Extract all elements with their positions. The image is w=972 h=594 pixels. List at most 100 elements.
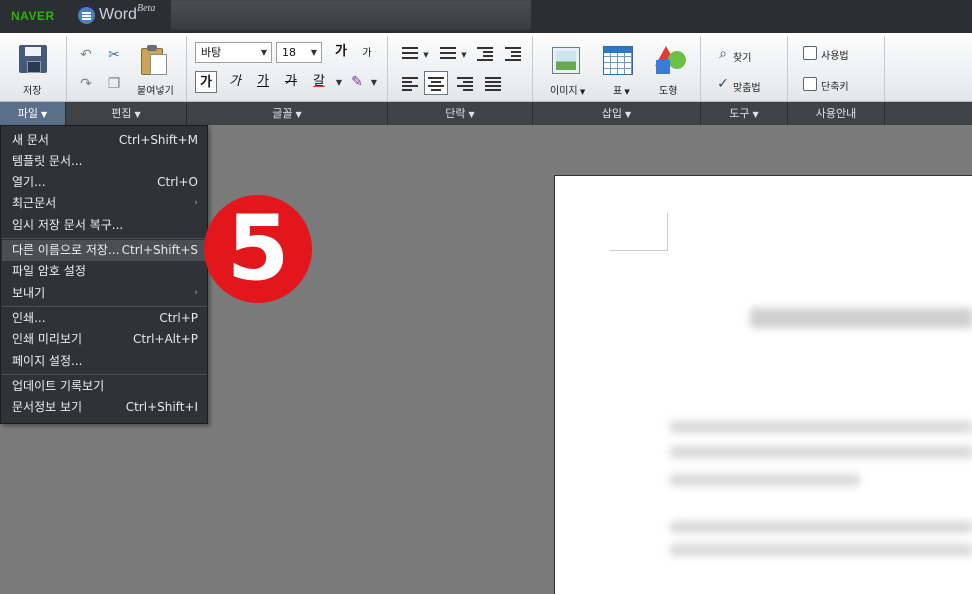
menu-item-recover[interactable]: 임시 저장 문서 복구... <box>2 215 207 236</box>
page-margin-marker <box>610 213 668 251</box>
insert-shape-button[interactable]: 도형 <box>659 82 677 97</box>
beta-tag: Beta <box>137 3 156 14</box>
menu-item-label: 업데이트 기록보기 <box>12 379 105 393</box>
title-bar: NAVER Word Beta <box>0 0 972 33</box>
menu-item-shortcut: Ctrl+O <box>157 175 198 189</box>
menu-item-label: 페이지 설정... <box>12 354 83 368</box>
menu-item-password[interactable]: 파일 암호 설정 <box>2 261 207 282</box>
chevron-down-icon[interactable]: ▼ <box>331 75 347 91</box>
paste-button[interactable]: 붙여넣기 <box>137 82 174 97</box>
cut-icon[interactable]: ✂ <box>106 47 122 63</box>
chevron-down-icon[interactable]: ▼ <box>366 75 382 91</box>
usage-guide-button[interactable]: 사용법 <box>821 47 849 62</box>
menu-item-send[interactable]: 보내기 › <box>2 283 207 304</box>
save-icon[interactable] <box>19 45 47 73</box>
chevron-right-icon: › <box>194 198 198 208</box>
bullet-list-icon[interactable] <box>440 47 456 61</box>
menu-item-shortcut: Ctrl+Shift+M <box>118 133 198 147</box>
document-page[interactable] <box>554 175 972 594</box>
decrease-indent-icon[interactable] <box>477 47 493 61</box>
menu-separator <box>2 238 207 239</box>
italic-button[interactable]: 가 <box>224 71 246 93</box>
image-icon[interactable] <box>552 47 580 74</box>
tab-tools[interactable]: 도구 ▼ <box>701 102 788 125</box>
align-center-button[interactable] <box>424 71 448 95</box>
tab-paragraph-label: 단락 <box>445 107 466 120</box>
font-shrink-button[interactable]: 가 <box>356 43 378 65</box>
menu-item-template[interactable]: 템플릿 문서... <box>2 151 207 172</box>
paste-icon[interactable] <box>139 45 169 77</box>
chevron-down-icon[interactable]: ▼ <box>456 47 472 63</box>
menu-item-new-document[interactable]: 새 문서 Ctrl+Shift+M <box>2 130 207 151</box>
menu-item-print-preview[interactable]: 인쇄 미리보기 Ctrl+Alt+P <box>2 329 207 350</box>
shape-square-icon[interactable] <box>656 60 670 74</box>
group-separator <box>186 36 187 102</box>
group-separator <box>387 36 388 102</box>
tab-font[interactable]: 글꼴 ▼ <box>187 102 388 125</box>
find-button[interactable]: 찾기 <box>733 49 751 64</box>
insert-table-button[interactable]: 표 ▼ <box>613 82 630 97</box>
highlight-icon[interactable]: ✎ <box>349 74 365 90</box>
menu-item-label: 최근문서 <box>12 196 57 210</box>
shortcut-icon[interactable] <box>803 77 817 91</box>
font-grow-button[interactable]: 가 <box>330 41 352 63</box>
chevron-down-icon: ▼ <box>260 48 267 57</box>
blurred-text-line <box>670 544 972 556</box>
font-face-value: 바탕 <box>201 46 222 59</box>
bold-button[interactable]: 가 <box>195 71 217 93</box>
font-size-select[interactable]: 18 ▼ <box>276 42 322 63</box>
document-tab[interactable] <box>171 0 531 30</box>
chevron-down-icon[interactable]: ▼ <box>418 47 434 63</box>
chevron-down-icon: ▼ <box>468 110 475 119</box>
menu-item-open[interactable]: 열기... Ctrl+O <box>2 172 207 193</box>
font-face-select[interactable]: 바탕 ▼ <box>195 42 272 63</box>
menu-item-print[interactable]: 인쇄... Ctrl+P <box>2 308 207 329</box>
insert-image-label: 이미지 <box>550 86 578 97</box>
menu-item-doc-info[interactable]: 문서정보 보기 Ctrl+Shift+I <box>2 397 207 418</box>
menu-item-recent[interactable]: 최근문서 › <box>2 193 207 214</box>
step-number-badge: 5 <box>204 195 312 303</box>
tab-file-label: 파일 <box>17 107 39 120</box>
save-button[interactable]: 저장 <box>23 82 41 97</box>
undo-icon[interactable]: ↶ <box>78 47 94 63</box>
tab-insert[interactable]: 삽입 ▼ <box>533 102 701 125</box>
usage-guide-icon[interactable] <box>803 46 817 60</box>
insert-image-button[interactable]: 이미지 ▼ <box>550 82 585 97</box>
shape-circle-icon[interactable] <box>668 51 686 69</box>
menu-item-page-setup[interactable]: 페이지 설정... <box>2 351 207 372</box>
chevron-down-icon: ▼ <box>310 48 317 57</box>
tab-edit[interactable]: 편집 ▼ <box>66 102 187 125</box>
menu-item-label: 다른 이름으로 저장... <box>12 243 120 257</box>
numbered-list-icon[interactable] <box>402 47 418 61</box>
spellcheck-icon[interactable]: ✓ <box>715 76 731 92</box>
spellcheck-button[interactable]: 맞춤법 <box>733 79 761 94</box>
redo-icon[interactable]: ↷ <box>78 76 94 92</box>
menu-item-update-log[interactable]: 업데이트 기록보기 <box>2 376 207 397</box>
menu-item-shortcut: Ctrl+Alt+P <box>133 332 198 346</box>
blurred-title <box>750 308 972 328</box>
tab-insert-label: 삽입 <box>601 107 623 120</box>
menu-separator <box>2 306 207 307</box>
tab-file[interactable]: 파일 ▼ <box>0 102 66 125</box>
strikethrough-button[interactable]: 가 <box>280 71 302 93</box>
underline-button[interactable]: 가 <box>252 71 274 93</box>
shortcut-button[interactable]: 단축키 <box>821 78 849 93</box>
find-icon[interactable]: ⌕ <box>715 46 731 62</box>
chevron-right-icon: › <box>194 288 198 298</box>
align-right-icon[interactable] <box>457 77 473 91</box>
increase-indent-icon[interactable] <box>505 47 521 61</box>
align-justify-icon[interactable] <box>485 77 501 91</box>
table-icon[interactable] <box>603 46 633 75</box>
align-left-icon[interactable] <box>402 77 418 91</box>
blurred-text-line <box>670 446 972 458</box>
menu-item-shortcut: Ctrl+Shift+I <box>125 400 198 414</box>
menu-item-save-as[interactable]: 다른 이름으로 저장... Ctrl+Shift+S <box>2 240 207 261</box>
naver-logo[interactable]: NAVER <box>11 9 55 23</box>
word-logo-icon <box>78 7 95 24</box>
tab-paragraph[interactable]: 단락 ▼ <box>388 102 533 125</box>
tab-help[interactable]: 사용안내 <box>788 102 885 125</box>
copy-icon[interactable]: ❐ <box>106 76 122 92</box>
menu-separator <box>2 374 207 375</box>
font-color-button[interactable]: 갈 <box>308 71 330 93</box>
app-name: Word <box>99 6 137 23</box>
